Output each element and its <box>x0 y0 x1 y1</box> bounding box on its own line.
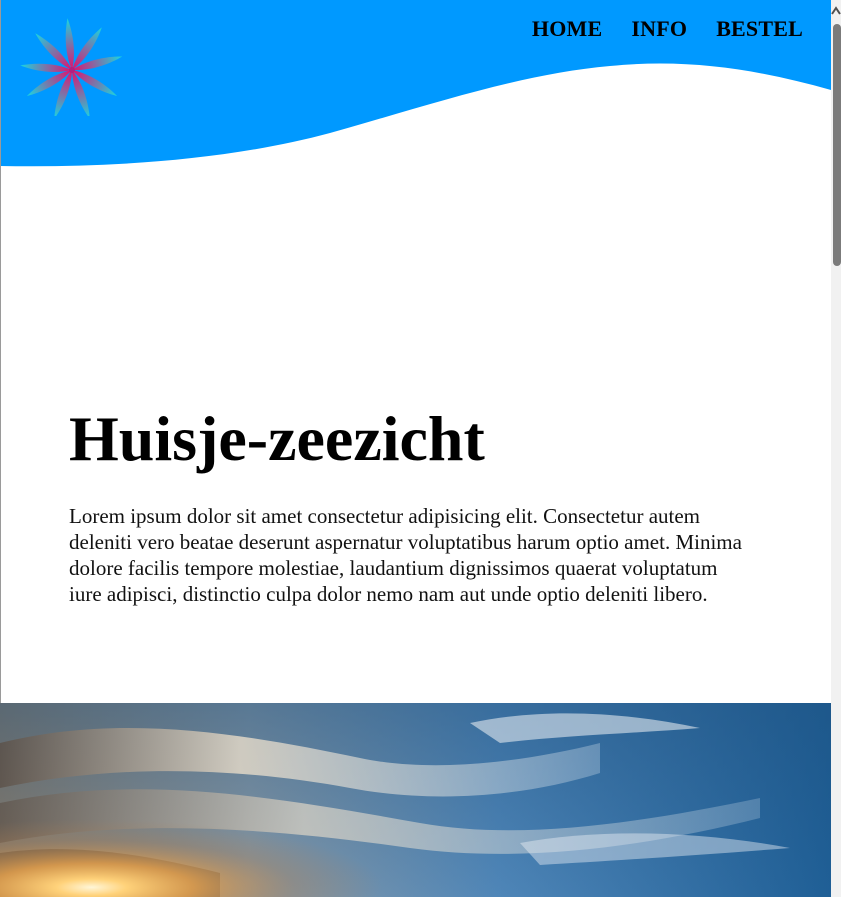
sunset-sky-image <box>0 703 831 897</box>
vertical-scrollbar[interactable] <box>831 0 841 897</box>
nav-bestel-link[interactable]: BESTEL <box>716 16 803 42</box>
intro-section: Huisje-zeezicht Lorem ipsum dolor sit am… <box>69 400 749 607</box>
main-nav: HOME INFO BESTEL <box>532 16 803 42</box>
intro-text: Lorem ipsum dolor sit amet consectetur a… <box>69 504 742 606</box>
left-border <box>0 0 1 703</box>
nav-info-link[interactable]: INFO <box>631 16 687 42</box>
page: HOME INFO BESTEL Huisje-zeezicht Lorem i… <box>0 0 841 897</box>
scrollbar-thumb[interactable] <box>833 24 841 266</box>
scroll-up-arrow-icon[interactable] <box>831 2 841 20</box>
flower-logo-icon[interactable] <box>14 16 126 119</box>
page-title: Huisje-zeezicht <box>69 403 485 474</box>
nav-home-link[interactable]: HOME <box>532 16 602 42</box>
